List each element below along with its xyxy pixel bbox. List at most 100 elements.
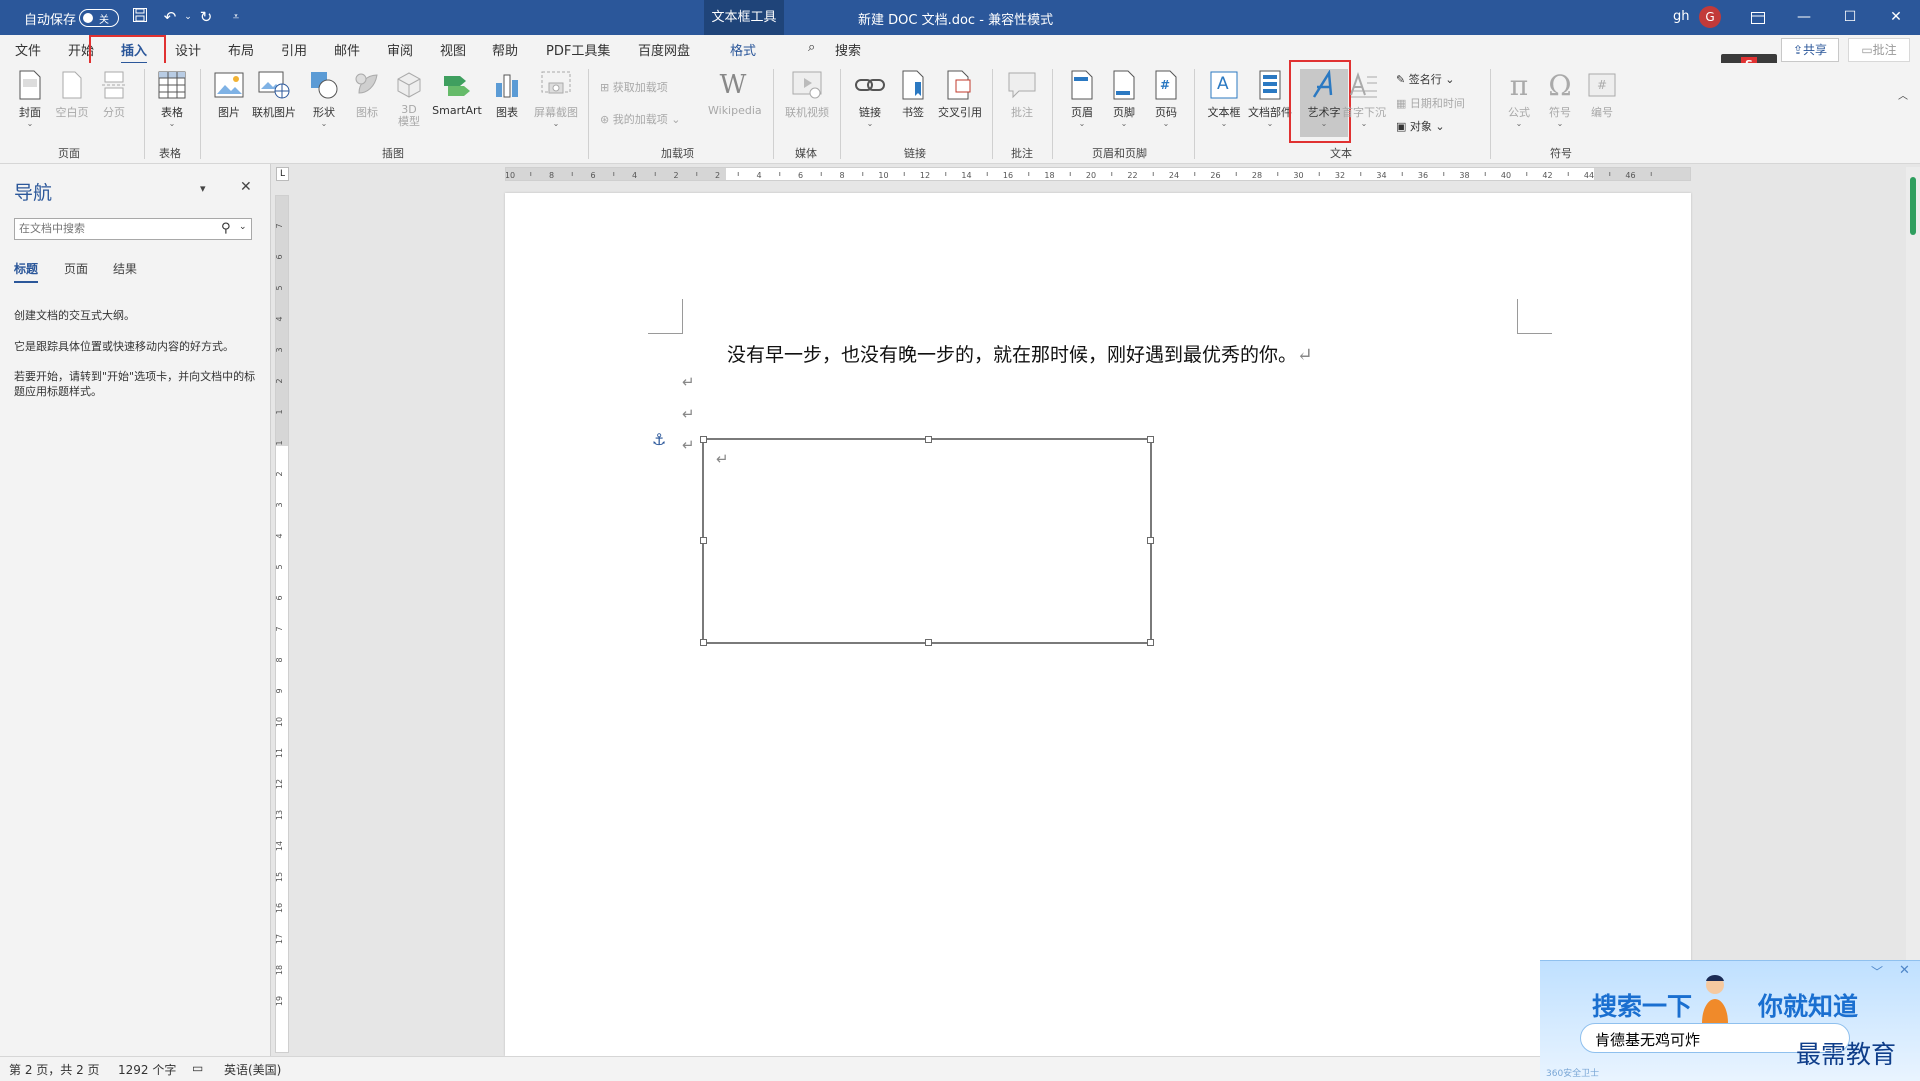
calendar-icon: ▦ <box>1396 97 1410 110</box>
date-time-button[interactable]: ▦ 日期和时间 <box>1396 95 1465 111</box>
my-addins-button[interactable]: ⊛ 我的加载项 ⌄ <box>600 111 680 127</box>
document-page[interactable]: 没有早一步，也没有晚一步的，就在那时候，刚好遇到最优秀的你。↵ ↵ ↵ ↵ ⚓ … <box>505 193 1691 1056</box>
bookmark-button[interactable]: 书签 <box>891 69 935 120</box>
horizontal-ruler[interactable]: 10 8 6 4 2 2 4 6 8 10 12 14 16 18 20 22 24 26 28 30 32 34 36 38… <box>505 167 1691 181</box>
proofing-icon[interactable]: ▭ <box>192 1061 203 1075</box>
user-name[interactable]: gh <box>1673 9 1690 24</box>
screenshot-button[interactable]: 屏幕截图 ⌄ <box>531 69 581 128</box>
numbering-button[interactable]: # 编号 <box>1580 69 1624 120</box>
page-number-button[interactable]: # 页码 ⌄ <box>1144 69 1188 128</box>
get-addins-button[interactable]: ⊞ 获取加载项 <box>600 79 668 95</box>
undo-dropdown-icon[interactable]: ⌄ <box>178 7 198 27</box>
3d-models-button[interactable]: 3D 模型 <box>387 69 431 128</box>
search-icon[interactable]: ⚲ <box>221 221 231 236</box>
redo-icon[interactable]: ↻ <box>196 7 216 27</box>
online-pictures-button[interactable]: 联机图片 <box>252 69 296 120</box>
resize-handle[interactable] <box>700 436 707 443</box>
picture-button[interactable]: 图片 <box>207 69 251 120</box>
tab-format[interactable]: 格式 <box>730 40 756 59</box>
autosave-toggle[interactable]: 关 <box>79 9 119 27</box>
nav-tab-results[interactable]: 结果 <box>113 260 137 277</box>
symbol-button[interactable]: Ω 符号 ⌄ <box>1538 69 1582 128</box>
page-count[interactable]: 第 2 页，共 2 页 <box>9 1061 100 1078</box>
nav-tab-headings[interactable]: 标题 <box>14 260 39 283</box>
paragraph-mark[interactable]: ↵ <box>716 450 729 468</box>
equation-button[interactable]: π 公式 ⌄ <box>1497 69 1541 128</box>
resize-handle[interactable] <box>700 639 707 646</box>
header-button[interactable]: 页眉 ⌄ <box>1060 69 1104 128</box>
vertical-ruler[interactable]: 765432112345678910111213141516171819 <box>275 195 289 1053</box>
resize-handle[interactable] <box>1147 639 1154 646</box>
word-count[interactable]: 1292 个字 <box>118 1061 176 1078</box>
undo-icon[interactable]: ↶ <box>160 7 180 27</box>
quick-parts-button[interactable]: 文档部件 ⌄ <box>1246 69 1294 128</box>
maximize-icon[interactable]: ☐ <box>1827 0 1873 35</box>
icons-button[interactable]: 图标 <box>345 69 389 120</box>
nav-tab-pages[interactable]: 页面 <box>64 260 88 277</box>
tab-design[interactable]: 设计 <box>175 40 201 59</box>
chevron-down-icon[interactable]: ﹀ <box>1871 963 1883 980</box>
scrollbar-thumb[interactable] <box>1910 177 1916 235</box>
drop-cap-button[interactable]: 首字下沉 ⌄ <box>1342 69 1386 128</box>
paragraph-mark[interactable]: ↵ <box>682 405 695 423</box>
page-break-button[interactable]: 分页 <box>92 69 136 120</box>
minimize-icon[interactable]: — <box>1781 0 1827 35</box>
customize-qat-icon[interactable]: ⩡ <box>226 7 246 27</box>
tab-file[interactable]: 文件 <box>15 40 41 59</box>
chart-button[interactable]: 图表 <box>485 69 529 120</box>
ad-search-input[interactable] <box>1593 1029 1817 1049</box>
signature-line-button[interactable]: ✎ 签名行 ⌄ <box>1396 71 1454 87</box>
object-button[interactable]: ▣ 对象 ⌄ <box>1396 118 1445 134</box>
paragraph-mark[interactable]: ↵ <box>682 436 695 454</box>
language[interactable]: 英语(美国) <box>224 1061 281 1078</box>
document-paragraph[interactable]: 没有早一步，也没有晚一步的，就在那时候，刚好遇到最优秀的你。↵ <box>727 340 1313 367</box>
resize-handle[interactable] <box>1147 537 1154 544</box>
cover-page-button[interactable]: 封面 ⌄ <box>8 69 52 128</box>
resize-handle[interactable] <box>925 436 932 443</box>
table-button[interactable]: 表格 ⌄ <box>150 69 194 128</box>
share-button[interactable]: ⇪共享 <box>1781 38 1839 62</box>
header-icon <box>1066 69 1098 101</box>
comments-button[interactable]: ▭批注 <box>1848 38 1910 62</box>
signature-line-label: 签名行 <box>1408 73 1442 86</box>
chevron-down-icon[interactable]: ⌄ <box>239 222 247 232</box>
tab-pdf-tools[interactable]: PDF工具集 <box>546 40 610 59</box>
avatar[interactable]: G <box>1699 6 1721 28</box>
tab-layout[interactable]: 布局 <box>228 40 254 59</box>
tab-mailings[interactable]: 邮件 <box>334 40 360 59</box>
close-icon[interactable]: ✕ <box>1899 963 1910 978</box>
tab-review[interactable]: 审阅 <box>387 40 413 59</box>
smartart-button[interactable]: SmartArt <box>432 69 482 117</box>
resize-handle[interactable] <box>700 537 707 544</box>
link-button[interactable]: 链接 ⌄ <box>848 69 892 128</box>
footer-button[interactable]: 页脚 ⌄ <box>1102 69 1146 128</box>
nav-search-input[interactable] <box>15 219 213 238</box>
ribbon-display-icon[interactable] <box>1735 0 1781 35</box>
cross-reference-button[interactable]: 交叉引用 <box>936 69 984 120</box>
online-video-button[interactable]: 联机视频 <box>783 69 831 120</box>
tab-view[interactable]: 视图 <box>440 40 466 59</box>
close-icon[interactable]: ✕ <box>1873 0 1919 35</box>
resize-handle[interactable] <box>925 639 932 646</box>
tab-references[interactable]: 引用 <box>281 40 307 59</box>
nav-close-icon[interactable]: ✕ <box>240 179 252 195</box>
shapes-button[interactable]: 形状 ⌄ <box>302 69 346 128</box>
new-comment-button[interactable]: 批注 <box>1000 69 1044 120</box>
text-box[interactable]: ↵ <box>700 436 1154 646</box>
tell-me-search[interactable]: 搜索 <box>835 40 861 59</box>
nav-options-chevron-icon[interactable]: ▾ <box>200 182 206 195</box>
wikipedia-button[interactable]: W Wikipedia <box>708 69 762 117</box>
collapse-ribbon-icon[interactable]: ︿ <box>1898 87 1912 102</box>
paragraph-mark[interactable]: ↵ <box>682 373 695 391</box>
tab-help[interactable]: 帮助 <box>492 40 518 59</box>
tab-baidu-netdisk[interactable]: 百度网盘 <box>638 40 690 59</box>
tab-selector[interactable]: L <box>276 167 289 181</box>
blank-page-button[interactable]: 空白页 <box>50 69 94 120</box>
save-icon[interactable] <box>130 7 150 27</box>
ad-popup[interactable]: ﹀ ✕ 搜索一下 你就知道 最需教育 360安全卫士 <box>1540 960 1920 1081</box>
vertical-scrollbar[interactable] <box>1906 167 1920 1056</box>
tell-me-search-icon[interactable]: ⌕ <box>808 40 815 55</box>
text-box-button[interactable]: A 文本框 ⌄ <box>1202 69 1246 128</box>
resize-handle[interactable] <box>1147 436 1154 443</box>
anchor-icon[interactable]: ⚓ <box>652 430 666 449</box>
